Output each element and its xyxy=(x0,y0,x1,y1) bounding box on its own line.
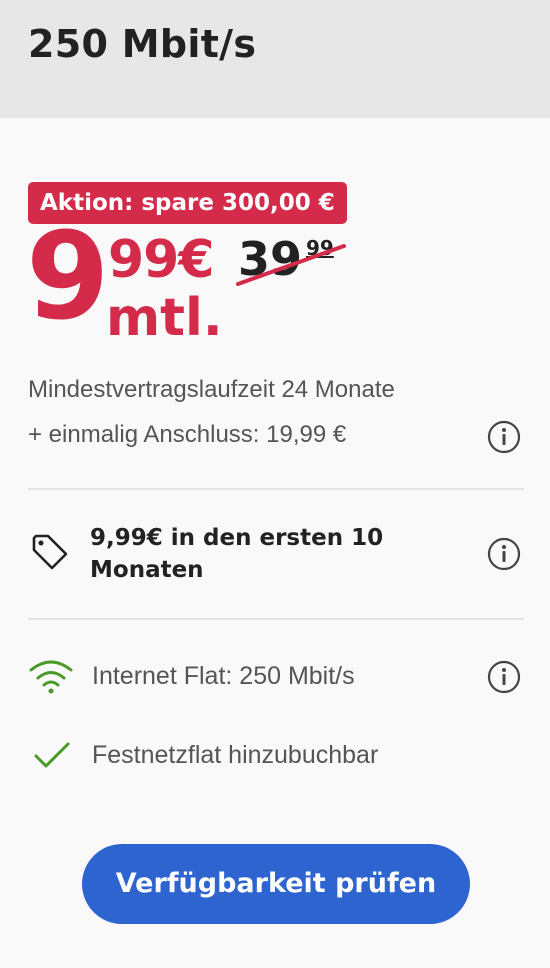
price-unit: mtl. xyxy=(106,288,223,348)
info-icon[interactable] xyxy=(487,420,521,454)
header-bar: 250 Mbit/s xyxy=(0,0,550,118)
feature-internet-flat: Internet Flat: 250 Mbit/s xyxy=(92,662,355,690)
tag-icon xyxy=(32,534,68,570)
min-term-text: Mindestvertragslaufzeit 24 Monate xyxy=(28,376,395,403)
info-icon[interactable] xyxy=(487,537,521,571)
price-cents: 99€ xyxy=(108,230,215,290)
divider xyxy=(28,488,524,490)
setup-fee-text: + einmalig Anschluss: 19,99 € xyxy=(28,421,347,448)
feature-landline: Festnetzflat hinzubuchbar xyxy=(92,741,379,769)
page-title: 250 Mbit/s xyxy=(28,22,257,66)
strikethrough-line xyxy=(236,244,346,286)
check-icon xyxy=(34,742,70,768)
info-icon[interactable] xyxy=(487,660,521,694)
promo-text: 9,99€ in den ersten 10 Monaten xyxy=(90,525,384,583)
wifi-icon xyxy=(29,660,73,694)
price-whole: 9 xyxy=(26,208,109,347)
divider xyxy=(28,618,524,620)
check-availability-button[interactable]: Verfügbarkeit prüfen xyxy=(82,844,470,924)
